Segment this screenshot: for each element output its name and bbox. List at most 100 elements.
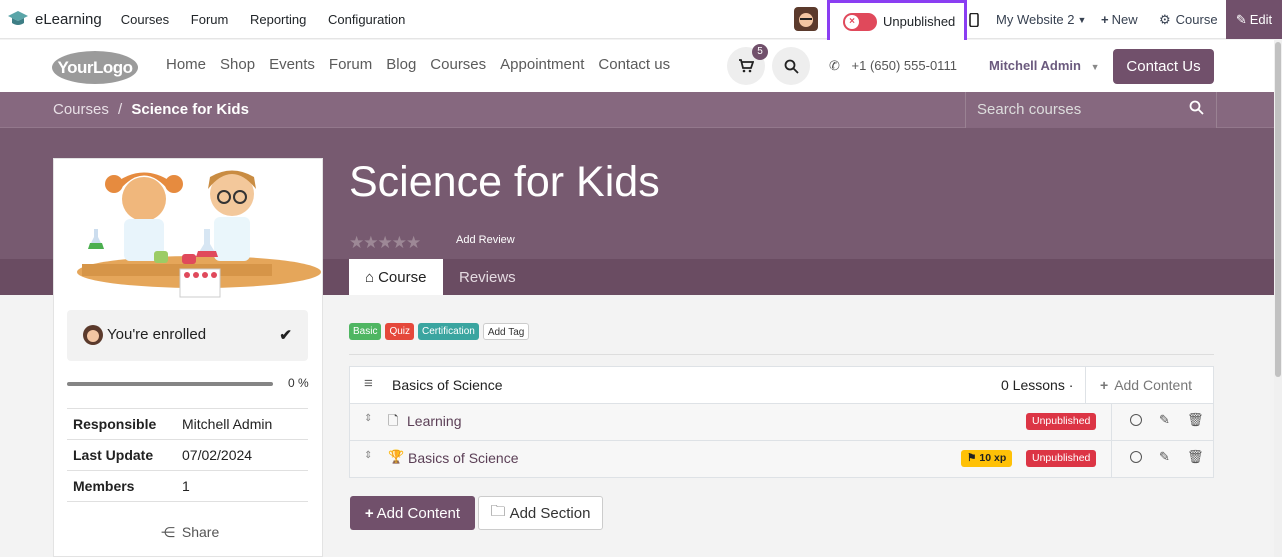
status-badge: Unpublished [1026, 413, 1097, 430]
search-icon[interactable] [1189, 100, 1204, 115]
add-content-button[interactable]: + Add Content [350, 496, 475, 530]
menu-configuration[interactable]: Configuration [328, 12, 405, 27]
info-key: Last Update [73, 447, 154, 463]
course-tags: Basic Quiz Certification Add Tag [349, 323, 533, 340]
menu-forum[interactable]: Forum [191, 12, 229, 27]
nav-appointment[interactable]: Appointment [500, 56, 584, 73]
nav-courses[interactable]: Courses [430, 56, 486, 73]
plus-icon: + [1101, 12, 1109, 27]
user-menu[interactable]: Mitchell Admin ▼ [989, 58, 1100, 73]
pencil-icon: ✎ [1235, 11, 1247, 27]
tab-course[interactable]: ⌂ Course [349, 259, 443, 295]
tag-certification[interactable]: Certification [418, 323, 479, 340]
drag-handle-icon[interactable]: ≡ [364, 375, 373, 392]
progress-percent: 0 % [288, 376, 309, 390]
nav-forum[interactable]: Forum [329, 56, 372, 73]
publish-status: Unpublished [883, 14, 956, 29]
caret-down-icon: ▼ [1077, 14, 1087, 25]
course-title: Science for Kids [349, 158, 660, 206]
lesson-row[interactable]: ⇕ 🗋 Learning Unpublished ✎ 🗑 [349, 404, 1214, 441]
mobile-preview-button[interactable] [969, 0, 979, 39]
course-label: Course [1175, 12, 1218, 27]
info-responsible: Responsible Mitchell Admin [67, 408, 308, 439]
nav-shop[interactable]: Shop [220, 56, 255, 73]
add-section-button[interactable]: 🗀 Add Section [478, 496, 603, 530]
scrollbar-thumb[interactable] [1275, 42, 1281, 377]
pencil-icon[interactable]: ✎ [1159, 412, 1170, 428]
toggle-switch[interactable]: × [843, 12, 877, 31]
trash-icon[interactable]: 🗑 [1187, 412, 1204, 428]
phone-link[interactable]: ✆ +1 (650) 555-0111 [829, 58, 957, 74]
app-name: eLearning [35, 10, 102, 28]
folder-icon: 🗀 [490, 502, 506, 520]
enrolled-text: You're enrolled [107, 326, 207, 343]
new-button[interactable]: + New [1101, 0, 1138, 39]
circle-icon[interactable] [1130, 451, 1142, 463]
row-divider [1111, 441, 1112, 478]
tab-reviews[interactable]: Reviews [443, 259, 532, 295]
scrollbar[interactable] [1274, 40, 1282, 557]
xp-badge: ⚑ 10 xp [961, 450, 1013, 467]
plus-icon: + [364, 504, 374, 522]
home-icon: ⌂ [365, 268, 375, 286]
edit-label: Edit [1249, 12, 1273, 27]
share-label: Share [181, 524, 220, 540]
course-settings-button[interactable]: ⚙ Course [1159, 0, 1218, 39]
app-brand[interactable]: eLearning [7, 10, 102, 28]
trash-icon[interactable]: 🗑 [1187, 449, 1204, 465]
website-switcher[interactable]: My Website 2 ▼ [996, 0, 1086, 39]
search-courses-input[interactable]: Search courses [965, 92, 1217, 128]
share-button[interactable]: ⋲ Share [161, 524, 219, 541]
nav-events[interactable]: Events [269, 56, 315, 73]
section-title[interactable]: Basics of Science [392, 377, 503, 393]
mobile-icon [969, 12, 979, 27]
user-name: Mitchell Admin [989, 58, 1081, 73]
info-members: Members 1 [67, 470, 308, 501]
edit-button[interactable]: ✎ Edit [1226, 0, 1282, 39]
menu-reporting[interactable]: Reporting [250, 12, 306, 27]
search-icon [784, 59, 799, 74]
publish-toggle[interactable]: × Unpublished [827, 0, 967, 43]
site-logo[interactable]: YourLogo [52, 51, 138, 84]
nav-home[interactable]: Home [166, 56, 206, 73]
lesson-title[interactable]: Learning [407, 413, 462, 429]
graduation-cap-icon [8, 11, 28, 25]
lesson-title[interactable]: Basics of Science [408, 450, 519, 466]
sort-handle-icon[interactable]: ⇕ [364, 413, 372, 424]
info-key: Members [73, 478, 135, 494]
tab-course-label: Course [378, 268, 427, 286]
info-value: Mitchell Admin [182, 416, 273, 432]
pencil-icon[interactable]: ✎ [1159, 449, 1170, 465]
section-header: ≡ Basics of Science 0 Lessons · + Add Co… [349, 366, 1214, 404]
tag-quiz[interactable]: Quiz [385, 323, 415, 340]
site-search-button[interactable] [772, 47, 810, 85]
nav-blog[interactable]: Blog [386, 56, 416, 73]
contact-us-button[interactable]: Contact Us [1113, 49, 1214, 84]
cart-icon [739, 59, 754, 73]
breadcrumb: Courses / Science for Kids [53, 101, 249, 118]
section-add-content-button[interactable]: + Add Content [1085, 367, 1214, 403]
status-badge: Unpublished [1026, 450, 1097, 467]
add-content-label: Add Content [1114, 377, 1193, 393]
progress-bar [67, 382, 273, 386]
course-cover-image [54, 159, 322, 309]
sort-handle-icon[interactable]: ⇕ [364, 450, 372, 461]
add-tag-button[interactable]: Add Tag [482, 323, 530, 340]
breadcrumb-parent[interactable]: Courses [53, 101, 109, 118]
content-divider [349, 354, 1214, 355]
avatar[interactable] [794, 7, 818, 31]
lesson-row[interactable]: ⇕ 🏆 Basics of Science ⚑ 10 xp Unpublished… [349, 441, 1214, 478]
admin-bar: eLearning Courses Forum Reporting Config… [0, 0, 1282, 39]
menu-courses[interactable]: Courses [121, 12, 169, 27]
breadcrumb-current: Science for Kids [131, 101, 249, 118]
nav-contact-us[interactable]: Contact us [598, 56, 670, 73]
tag-basic[interactable]: Basic [349, 323, 382, 340]
circle-icon[interactable] [1130, 414, 1142, 426]
gear-icon: ⚙ [1159, 11, 1171, 27]
caret-down-icon: ▼ [1090, 62, 1100, 72]
tab-reviews-label: Reviews [459, 268, 516, 286]
trophy-icon: 🏆 [388, 449, 405, 464]
check-icon: ✔ [279, 327, 292, 344]
breadcrumb-separator: / [118, 101, 123, 118]
add-review-link[interactable]: Add Review [456, 234, 515, 246]
